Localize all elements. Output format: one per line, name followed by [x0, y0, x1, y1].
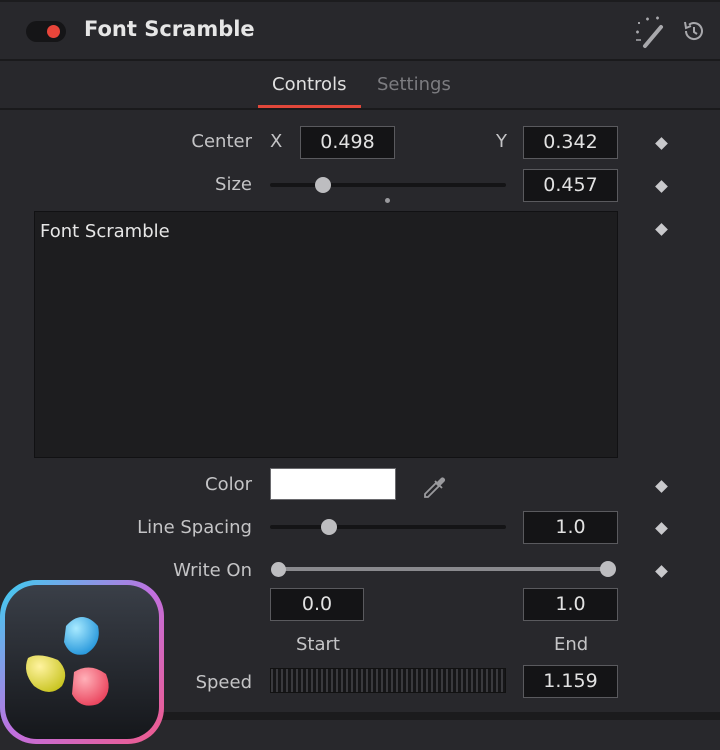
- tab-controls[interactable]: Controls: [272, 74, 346, 95]
- tool-enable-toggle[interactable]: [26, 21, 66, 42]
- write-on-start-knob[interactable]: [271, 562, 286, 577]
- write-on-start-field[interactable]: 0.0: [270, 588, 364, 621]
- size-slider-track[interactable]: [270, 183, 506, 187]
- line-spacing-slider-knob[interactable]: [321, 519, 337, 535]
- center-x-label: X: [270, 131, 283, 152]
- write-on-end-field[interactable]: 1.0: [523, 588, 618, 621]
- size-field[interactable]: 0.457: [523, 169, 618, 202]
- reset-icon[interactable]: [681, 18, 707, 44]
- toggle-indicator-dot: [47, 25, 60, 38]
- write-on-range-track[interactable]: [278, 567, 608, 571]
- magic-wand-icon[interactable]: [632, 15, 668, 49]
- keyframe-diamond-icon[interactable]: [655, 522, 668, 535]
- speed-jog-wheel[interactable]: [270, 668, 506, 693]
- write-on-end-label: End: [554, 634, 589, 655]
- tab-settings[interactable]: Settings: [377, 74, 451, 95]
- center-y-field[interactable]: 0.342: [523, 126, 618, 159]
- speed-field[interactable]: 1.159: [523, 665, 618, 698]
- size-label: Size: [215, 174, 252, 195]
- davinci-resolve-logo: [0, 580, 164, 744]
- center-label: Center: [191, 131, 252, 152]
- size-default-marker: [385, 198, 390, 203]
- eyedropper-icon[interactable]: [421, 473, 449, 501]
- size-slider-knob[interactable]: [315, 177, 332, 193]
- keyframe-diamond-icon[interactable]: [655, 180, 668, 193]
- keyframe-diamond-icon[interactable]: [655, 137, 668, 150]
- write-on-end-knob[interactable]: [600, 561, 616, 577]
- line-spacing-slider-track[interactable]: [270, 525, 506, 529]
- styled-text-input[interactable]: Font Scramble: [34, 211, 618, 458]
- write-on-start-label: Start: [296, 634, 340, 655]
- keyframe-diamond-icon[interactable]: [655, 565, 668, 578]
- center-y-label: Y: [496, 131, 507, 152]
- keyframe-diamond-icon[interactable]: [655, 223, 668, 236]
- line-spacing-field[interactable]: 1.0: [523, 511, 618, 544]
- center-x-field[interactable]: 0.498: [300, 126, 395, 159]
- line-spacing-label: Line Spacing: [137, 517, 252, 538]
- color-swatch[interactable]: [270, 468, 396, 500]
- speed-label: Speed: [195, 672, 252, 693]
- color-label: Color: [205, 474, 252, 495]
- keyframe-diamond-icon[interactable]: [655, 480, 668, 493]
- tab-bar: [0, 61, 720, 109]
- tool-title: Font Scramble: [84, 17, 255, 41]
- tabbar-divider: [0, 108, 720, 110]
